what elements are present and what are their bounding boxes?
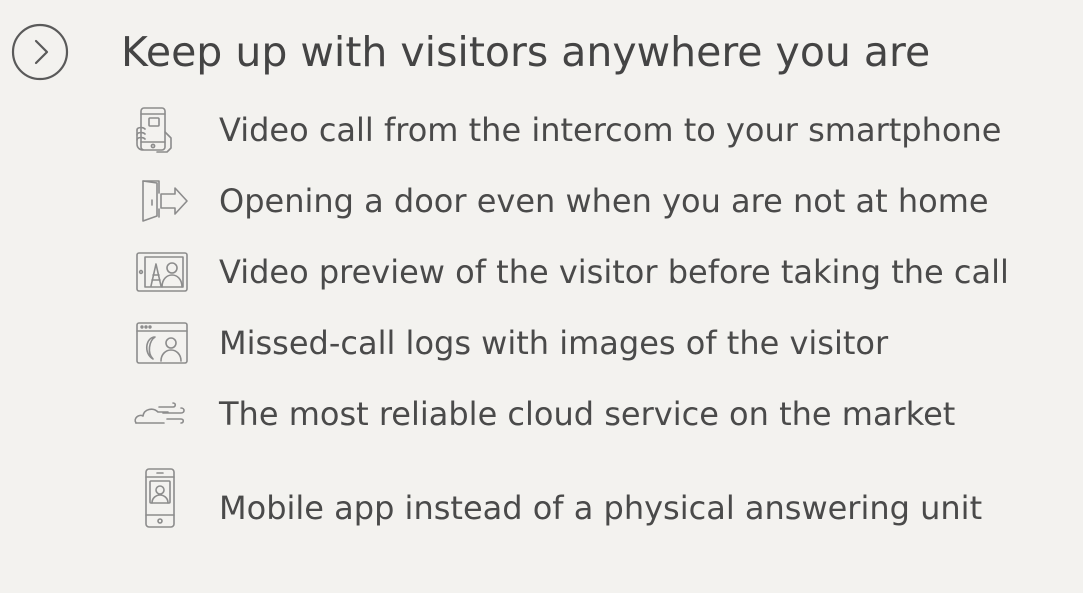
feature-item-missed-call-logs: Missed-call logs with images of the visi… — [0, 311, 1083, 382]
video-preview-icon — [131, 244, 191, 300]
feature-item-door-opening: Opening a door even when you are not at … — [0, 169, 1083, 240]
mobile-app-icon — [131, 465, 191, 529]
cloud-icon — [131, 386, 191, 442]
feature-label: Missed-call logs with images of the visi… — [219, 324, 889, 362]
chevron-right-circle-icon[interactable] — [10, 22, 70, 82]
section-header[interactable]: Keep up with visitors anywhere you are — [0, 16, 1083, 88]
feature-item-video-call: Video call from the intercom to your sma… — [0, 98, 1083, 169]
feature-item-video-preview: Video preview of the visitor before taki… — [0, 240, 1083, 311]
missed-call-log-icon — [131, 315, 191, 371]
door-open-arrow-icon — [131, 173, 191, 229]
smartphone-hand-icon — [131, 102, 191, 158]
feature-item-cloud-service: The most reliable cloud service on the m… — [0, 382, 1083, 453]
feature-label: Video preview of the visitor before taki… — [219, 253, 1009, 291]
section-title: Keep up with visitors anywhere you are — [121, 28, 931, 76]
feature-label: The most reliable cloud service on the m… — [219, 395, 956, 433]
feature-label: Video call from the intercom to your sma… — [219, 111, 1002, 149]
feature-item-mobile-app: Mobile app instead of a physical answeri… — [0, 453, 1083, 543]
feature-label: Opening a door even when you are not at … — [219, 182, 989, 220]
feature-label: Mobile app instead of a physical answeri… — [219, 489, 983, 527]
feature-list: Video call from the intercom to your sma… — [0, 98, 1083, 543]
